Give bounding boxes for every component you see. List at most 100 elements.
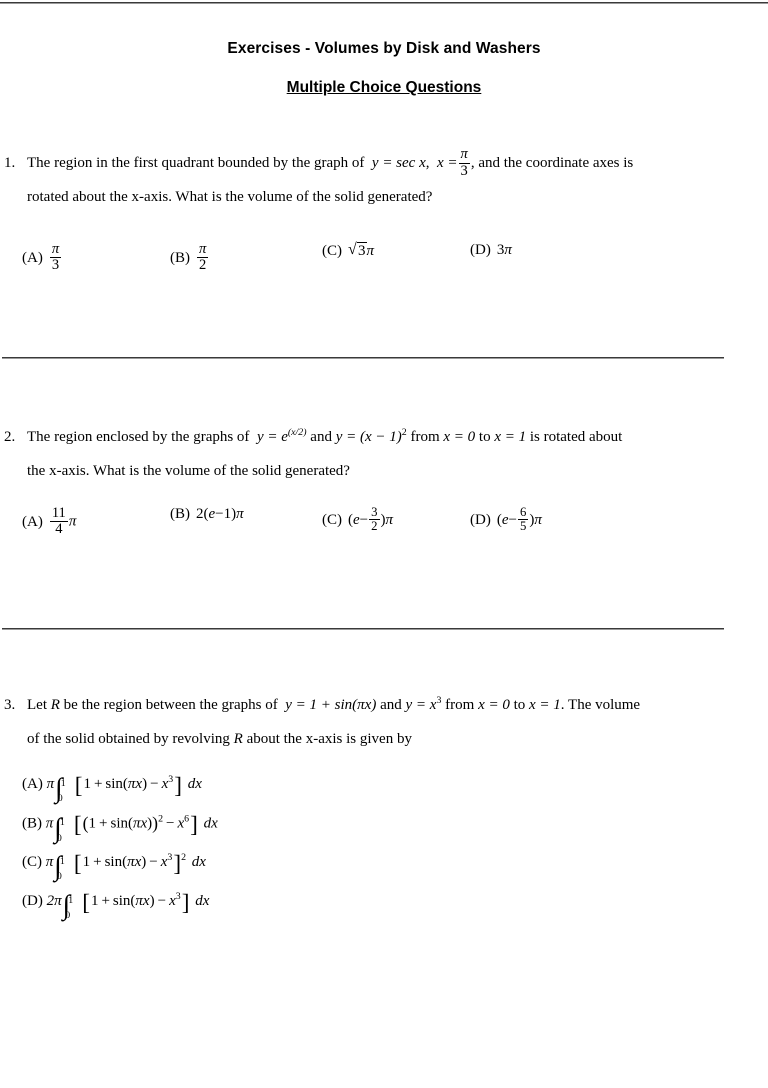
q2-option-a-tag: (A) bbox=[22, 513, 43, 530]
question-1-option-b[interactable]: (B) π 2 bbox=[170, 241, 209, 274]
q3-text-part1: be the region between the graphs of bbox=[63, 697, 278, 713]
section-divider-2 bbox=[2, 628, 724, 630]
q3-option-a-integral-icon: ∫ 1 0 bbox=[55, 773, 66, 805]
q1-expr-x-lead: x = bbox=[437, 155, 458, 171]
question-1-option-c[interactable]: (C) 3π bbox=[322, 241, 374, 260]
q3-option-a-differential: dx bbox=[187, 776, 202, 792]
q1-option-d-value: 3π bbox=[496, 242, 512, 258]
q3-lead: Let bbox=[27, 697, 47, 713]
q3-option-a-tag: (A) bbox=[22, 776, 43, 792]
q3-text-line2: of the solid obtained by revolving R abo… bbox=[27, 722, 728, 756]
q3-expr-y1: y = 1 + sin(πx) bbox=[285, 697, 377, 713]
question-1-option-d[interactable]: (D) 3π bbox=[470, 242, 512, 259]
q2-expr-y1-base: y = e bbox=[256, 429, 288, 445]
q2-option-c-tag: (C) bbox=[322, 512, 342, 528]
q1-expr-y: y = sec x bbox=[371, 155, 426, 171]
question-3-option-a[interactable]: (A) π∫ 1 0 [1 + sin(πx) − x3] dx bbox=[22, 773, 622, 815]
q3-from: from bbox=[445, 697, 475, 713]
q3-option-c-differential: dx bbox=[191, 854, 206, 870]
q2-option-b-tag: (B) bbox=[170, 506, 190, 522]
section-divider-1 bbox=[2, 357, 724, 359]
q1-option-a-tag: (A) bbox=[22, 249, 43, 266]
question-3-text: Let R be the region between the graphs o… bbox=[27, 695, 641, 713]
q2-expr-y1-exponent: (x/2) bbox=[287, 427, 307, 438]
q3-option-d-upper-limit: 1 bbox=[68, 894, 74, 906]
question-2-body: 2. The region enclosed by the graphs of … bbox=[0, 420, 768, 488]
title-block: Exercises - Volumes by Disk and Washers … bbox=[0, 40, 768, 97]
q3-option-a-lower-limit: 0 bbox=[57, 792, 63, 804]
q2-option-d-value: (e− 6 5)π bbox=[496, 505, 542, 534]
question-3: 3. Let R be the region between the graph… bbox=[0, 688, 768, 756]
q2-line2-content: the x-axis. What is the volume of the so… bbox=[27, 463, 350, 479]
q2-x1: x = 1 bbox=[494, 429, 527, 445]
q2-from: from bbox=[410, 429, 440, 445]
q3-region-symbol: R bbox=[50, 697, 60, 713]
q3-and: and bbox=[380, 697, 402, 713]
question-2-option-d[interactable]: (D) (e− 6 5)π bbox=[470, 505, 542, 534]
question-1-text: The region in the first quadrant bounded… bbox=[27, 147, 634, 179]
question-3-number: 3. bbox=[4, 697, 16, 713]
q3-x0: x = 0 bbox=[478, 697, 510, 713]
q1-fraction-denominator: 3 bbox=[460, 162, 468, 179]
q1-option-c-value: 3 bbox=[348, 241, 367, 260]
q3-option-c-integral-icon: ∫ 1 0 bbox=[54, 851, 65, 883]
q3-expr-y2-base: y = x bbox=[405, 697, 437, 713]
q3-option-d-integrand: [1 + sin(πx) − x3] bbox=[82, 889, 190, 916]
q3-option-d-integral-icon: ∫ 1 0 bbox=[62, 890, 74, 922]
q2-option-a-fraction: 11 4 bbox=[49, 505, 68, 538]
q3-to: to bbox=[513, 697, 526, 713]
q1-fraction-pi-over-3: π3 bbox=[458, 146, 470, 179]
q3-option-b-coefficient: π bbox=[45, 815, 54, 832]
q1-option-d-tag: (D) bbox=[470, 242, 491, 258]
q3-option-b-integral-icon: ∫ 1 0 bbox=[54, 812, 65, 844]
q3-option-c-upper-limit: 1 bbox=[59, 855, 65, 867]
q3-option-c-coefficient: π bbox=[45, 854, 54, 870]
question-1-option-a[interactable]: (A) π 3 bbox=[22, 241, 62, 274]
q3-option-b-tag: (B) bbox=[22, 815, 42, 832]
q1-option-a-value: π3 bbox=[49, 241, 62, 274]
question-3-body: 3. Let R be the region between the graph… bbox=[0, 688, 768, 756]
question-2: 2. The region enclosed by the graphs of … bbox=[0, 420, 768, 488]
question-3-option-c[interactable]: (C) π∫ 1 0 [1 + sin(πx) − x3]2 dx bbox=[22, 850, 622, 893]
q1-text-part1: The region in the first quadrant bounded… bbox=[27, 155, 365, 171]
q3-option-d-differential: dx bbox=[195, 893, 210, 909]
question-1: 1. The region in the first quadrant boun… bbox=[0, 146, 768, 214]
q1-option-c-tag: (C) bbox=[322, 243, 342, 259]
q3-x1: x = 1 bbox=[529, 697, 561, 713]
q2-text-line2: the x-axis. What is the volume of the so… bbox=[27, 454, 728, 488]
q3-line2-b: about the x-axis is given by bbox=[246, 731, 412, 747]
q1-text-line2: rotated about the x-axis. What is the vo… bbox=[27, 180, 728, 214]
q2-option-a-pi: π bbox=[68, 513, 77, 530]
q2-text-part1: The region enclosed by the graphs of bbox=[27, 429, 250, 445]
question-2-option-a[interactable]: (A) 11 4 π bbox=[22, 505, 77, 538]
q3-option-c-integrand: [1 + sin(πx) − x3]2 bbox=[73, 850, 187, 877]
q1-comma: , bbox=[425, 155, 430, 171]
question-2-number: 2. bbox=[4, 429, 16, 445]
question-3-option-b[interactable]: (B) π∫ 1 0 [(1 + sin(πx))2 − x6] dx bbox=[22, 812, 622, 854]
q2-option-c-value: (e− 3 2)π bbox=[348, 505, 394, 534]
question-3-options: (A) π∫ 1 0 [1 + sin(πx) − x3] dx (B) π∫ 1 0[(… bbox=[22, 773, 622, 932]
q3-option-b-lower-limit: 0 bbox=[56, 832, 62, 844]
q3-option-a-upper-limit: 1 bbox=[60, 777, 66, 789]
q3-tail: . The volume bbox=[560, 697, 641, 713]
q3-expr-y2-exponent: 3 bbox=[436, 695, 442, 706]
q1-text-part2: , and the coordinate axes is bbox=[470, 155, 634, 171]
q2-and: and bbox=[310, 429, 332, 445]
q3-line2-region: R bbox=[233, 731, 243, 747]
q2-tail: is rotated about bbox=[529, 429, 623, 445]
page-subtitle: Multiple Choice Questions bbox=[286, 79, 482, 96]
question-2-option-b[interactable]: (B) 2(e−1)π bbox=[170, 506, 244, 523]
q1-fraction-numerator: π bbox=[458, 146, 470, 164]
q3-option-c-lower-limit: 0 bbox=[56, 870, 62, 882]
q3-option-c-tag: (C) bbox=[22, 854, 42, 870]
q2-expr-y2: y = (x − 1) bbox=[335, 429, 402, 445]
q3-option-d-coefficient: 2π bbox=[46, 893, 62, 909]
q2-x0: x = 0 bbox=[443, 429, 476, 445]
question-2-text: The region enclosed by the graphs of y =… bbox=[27, 427, 623, 445]
q3-option-a-coefficient: π bbox=[46, 776, 55, 792]
question-2-option-c[interactable]: (C) (e− 3 2)π bbox=[322, 505, 394, 534]
page-title: Exercises - Volumes by Disk and Washers bbox=[227, 40, 541, 57]
q3-option-d-tag: (D) bbox=[22, 893, 43, 909]
question-3-option-d[interactable]: (D) 2π∫ 1 0 [1 + sin(πx) − x3] dx bbox=[22, 889, 622, 932]
q1-option-b-tag: (B) bbox=[170, 249, 190, 266]
